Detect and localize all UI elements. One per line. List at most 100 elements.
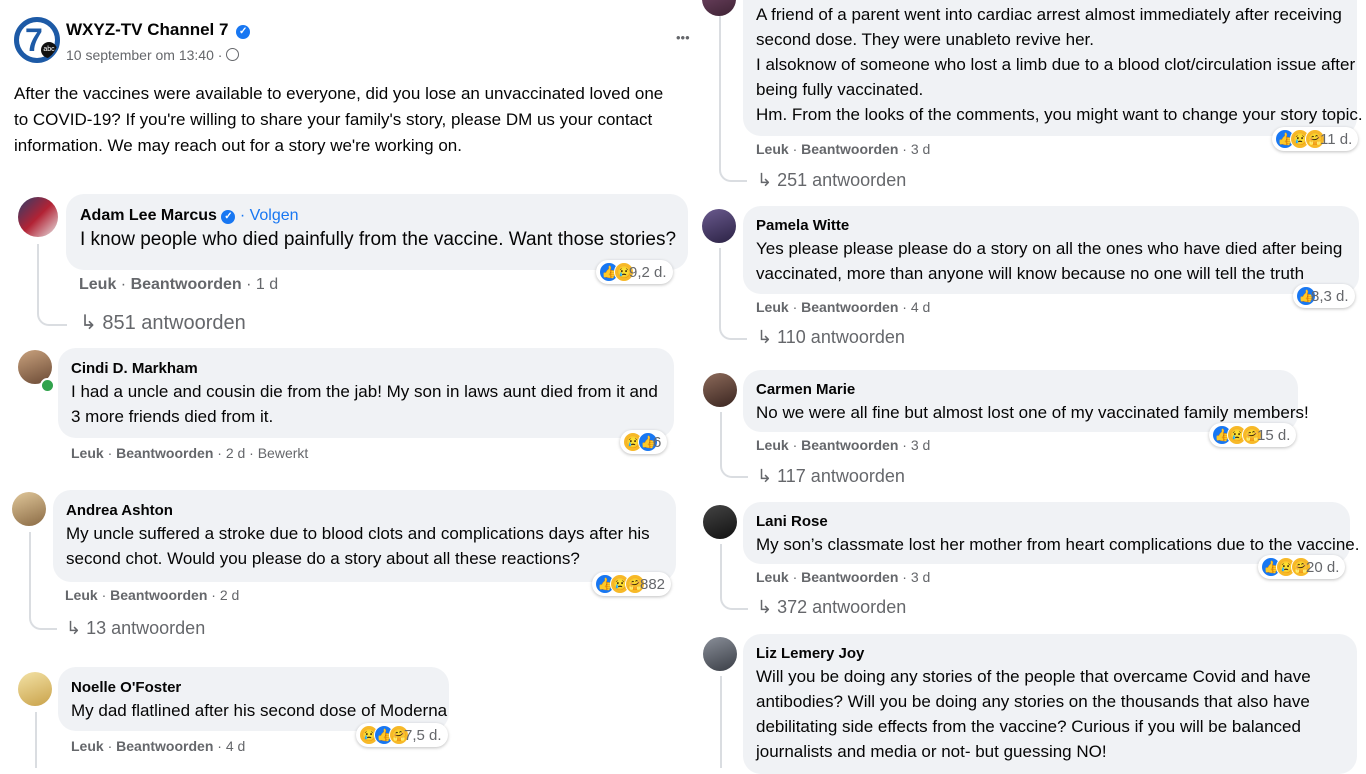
reply-link[interactable]: Beantwoorden bbox=[116, 738, 213, 754]
view-replies-link[interactable]: ↳ 13 antwoorden bbox=[66, 618, 205, 639]
logo-abc: abc bbox=[41, 42, 57, 58]
like-link[interactable]: Leuk bbox=[756, 437, 789, 453]
comment-text: Will you be doing any stories of the peo… bbox=[756, 667, 1311, 761]
comment-bubble: Noelle O'Foster My dad flatlined after h… bbox=[58, 667, 449, 731]
comment-time: · 2 d bbox=[207, 587, 240, 603]
comment-text: My dad flatlined after his second dose o… bbox=[71, 701, 448, 720]
like-link[interactable]: Leuk bbox=[79, 276, 116, 293]
comment-bubble: Cindi D. Markham I had a uncle and cousi… bbox=[58, 348, 674, 438]
replies-count: 117 antwoorden bbox=[777, 466, 905, 486]
comment-bubble: Carmen Marie No we were all fine but alm… bbox=[743, 370, 1309, 432]
comment-bubble: Liz Lemery Joy Will you be doing any sto… bbox=[743, 634, 1357, 774]
reaction-total: 15 d. bbox=[1257, 426, 1291, 444]
reaction-count[interactable]: 👍 😢 🤗 20 d. bbox=[1258, 555, 1346, 579]
reaction-count[interactable]: 😢 👍 🤗 7,5 d. bbox=[356, 723, 448, 747]
reaction-count[interactable]: 😢 👍 6 bbox=[620, 430, 668, 454]
comment-time: · 2 d · Bewerkt bbox=[213, 445, 309, 461]
avatar[interactable] bbox=[703, 373, 737, 407]
reply-link[interactable]: Beantwoorden bbox=[110, 587, 207, 603]
reaction-count[interactable]: 👍 😢 🤗 15 d. bbox=[1209, 423, 1297, 447]
comment-time: · 3 d bbox=[898, 141, 931, 157]
reply-arrow-icon: ↳ bbox=[757, 327, 773, 347]
reaction-count[interactable]: 👍 8,3 d. bbox=[1293, 284, 1355, 308]
reply-link[interactable]: Beantwoorden bbox=[801, 141, 898, 157]
avatar[interactable] bbox=[12, 492, 46, 526]
reply-arrow-icon: ↳ bbox=[757, 597, 773, 617]
comment-actions: Leuk · Beantwoorden · 2 d bbox=[65, 587, 240, 603]
comment-time: · 4 d bbox=[898, 299, 931, 315]
thread-line bbox=[720, 412, 722, 456]
page-name-text: WXYZ-TV Channel 7 bbox=[66, 20, 229, 39]
comment-actions: Leuk · Beantwoorden · 3 d bbox=[756, 437, 931, 453]
comment-author[interactable]: Adam Lee Marcus bbox=[80, 207, 217, 224]
reaction-count[interactable]: 👍 😢 🤗 11 d. bbox=[1272, 127, 1359, 151]
comment-author[interactable]: Noelle O'Foster bbox=[71, 678, 436, 698]
page-name[interactable]: WXYZ-TV Channel 7 ✓ bbox=[66, 20, 251, 40]
like-link[interactable]: Leuk bbox=[71, 738, 104, 754]
comment-author[interactable]: Pamela Witte bbox=[756, 216, 1346, 236]
like-link[interactable]: Leuk bbox=[756, 299, 789, 315]
reply-link[interactable]: Beantwoorden bbox=[801, 437, 898, 453]
post-date: 10 september om 13:40 · bbox=[66, 47, 227, 63]
avatar[interactable] bbox=[18, 197, 58, 237]
like-link[interactable]: Leuk bbox=[756, 569, 789, 585]
reply-arrow-icon: ↳ bbox=[66, 618, 82, 638]
more-options-button[interactable]: ••• bbox=[676, 30, 690, 45]
comment-bubble: A friend of a parent went into cardiac a… bbox=[743, 0, 1363, 136]
thread-line bbox=[720, 676, 722, 768]
comment-text: My son’s classmate lost her mother from … bbox=[756, 535, 1360, 554]
comment-author[interactable]: Lani Rose bbox=[756, 512, 1337, 532]
reply-link[interactable]: Beantwoorden bbox=[801, 299, 898, 315]
reply-link[interactable]: Beantwoorden bbox=[116, 445, 213, 461]
reaction-total: 7,5 d. bbox=[404, 726, 442, 744]
comment-author[interactable]: Liz Lemery Joy bbox=[756, 644, 1344, 664]
view-replies-link[interactable]: ↳ 851 antwoorden bbox=[80, 310, 246, 335]
avatar[interactable] bbox=[18, 672, 52, 706]
follow-link[interactable]: · Volgen bbox=[240, 207, 299, 224]
replies-count: 251 antwoorden bbox=[777, 170, 907, 190]
reply-arrow-icon: ↳ bbox=[80, 312, 97, 334]
reply-link[interactable]: Beantwoorden bbox=[131, 276, 242, 293]
comment-text-line: A friend of a parent went into cardiac a… bbox=[756, 5, 1342, 24]
page-avatar[interactable]: 7 abc bbox=[14, 17, 60, 63]
avatar[interactable] bbox=[702, 209, 736, 243]
view-replies-link[interactable]: ↳ 110 antwoorden bbox=[757, 327, 905, 348]
comment-bubble: Andrea Ashton My uncle suffered a stroke… bbox=[53, 490, 676, 582]
thread-line bbox=[720, 452, 748, 478]
comment-bubble: Lani Rose My son’s classmate lost her mo… bbox=[743, 502, 1360, 564]
online-status-indicator bbox=[40, 378, 55, 393]
avatar[interactable] bbox=[703, 505, 737, 539]
comment-author[interactable]: Andrea Ashton bbox=[66, 501, 663, 521]
comment-actions: Leuk · Beantwoorden · 2 d · Bewerkt bbox=[71, 445, 309, 461]
view-replies-link[interactable]: ↳ 372 antwoorden bbox=[757, 597, 906, 618]
comment-text: I had a uncle and cousin die from the ja… bbox=[71, 382, 658, 426]
post-timestamp[interactable]: 10 september om 13:40 · bbox=[66, 47, 240, 63]
reply-link[interactable]: Beantwoorden bbox=[801, 569, 898, 585]
like-link[interactable]: Leuk bbox=[756, 141, 789, 157]
like-link[interactable]: Leuk bbox=[71, 445, 104, 461]
reaction-count[interactable]: 👍 😢 🤗 882 bbox=[592, 572, 672, 596]
comment-text-line: second dose. They were unableto revive h… bbox=[756, 30, 1095, 49]
view-replies-link[interactable]: ↳ 117 antwoorden bbox=[757, 466, 905, 487]
reaction-total: 9,2 d. bbox=[629, 263, 667, 281]
comment-actions: Leuk · Beantwoorden · 4 d bbox=[71, 738, 246, 754]
comment-text: Yes please please please do a story on a… bbox=[756, 239, 1343, 283]
comment-text: I know people who died painfully from th… bbox=[80, 229, 677, 250]
reaction-count[interactable]: 👍 😢 9,2 d. bbox=[596, 260, 673, 284]
comment-time: · 3 d bbox=[898, 437, 931, 453]
verified-badge-icon: ✓ bbox=[236, 25, 251, 39]
avatar[interactable] bbox=[702, 0, 736, 16]
thread-line bbox=[29, 532, 31, 602]
comment-author[interactable]: Cindi D. Markham bbox=[71, 359, 661, 379]
view-replies-link[interactable]: ↳ 251 antwoorden bbox=[757, 170, 906, 191]
comment-author[interactable]: Carmen Marie bbox=[756, 380, 1285, 400]
thread-line bbox=[719, 154, 747, 182]
avatar[interactable] bbox=[703, 637, 737, 671]
logo-seven: 7 bbox=[25, 22, 43, 58]
comment-actions: Leuk · Beantwoorden · 3 d bbox=[756, 569, 931, 585]
replies-count: 372 antwoorden bbox=[777, 597, 907, 617]
reaction-total: 6 bbox=[653, 433, 662, 451]
verified-badge-icon: ✓ bbox=[221, 210, 236, 224]
comment-text: My uncle suffered a stroke due to blood … bbox=[66, 524, 650, 568]
like-link[interactable]: Leuk bbox=[65, 587, 98, 603]
